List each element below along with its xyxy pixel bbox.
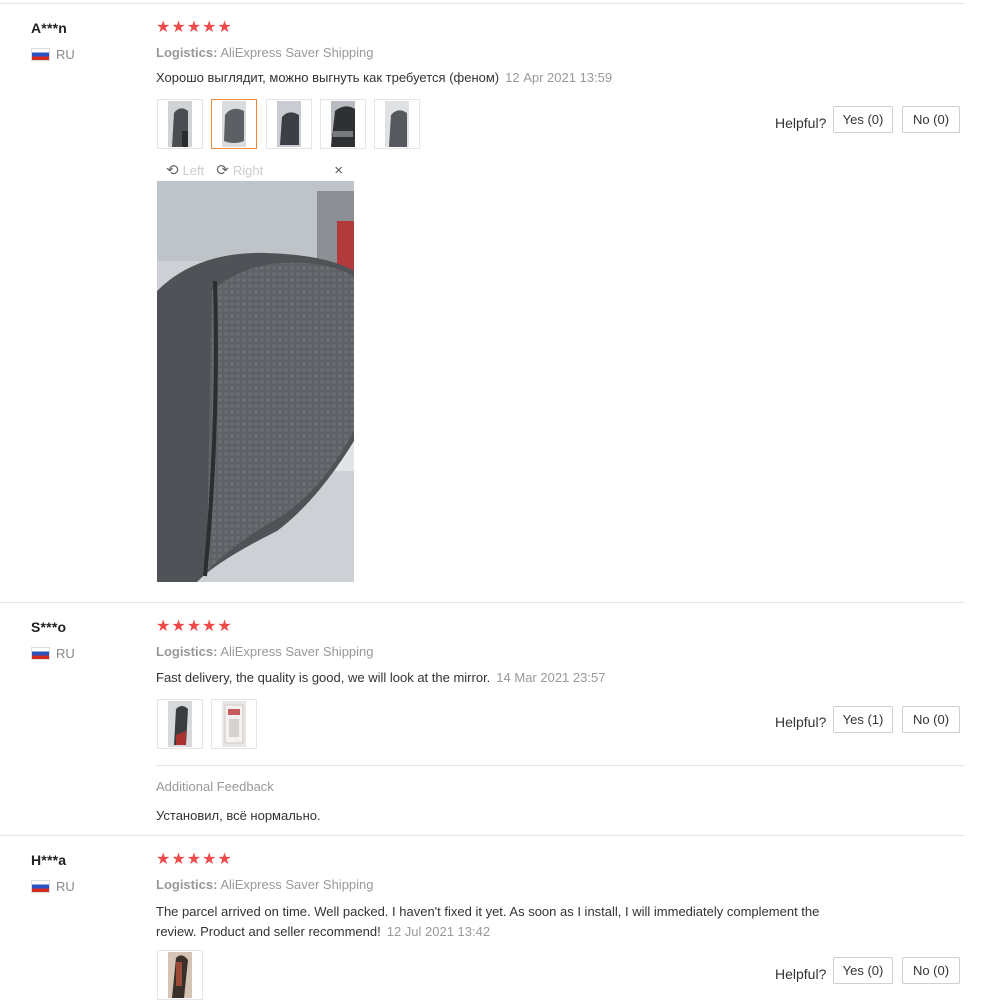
photo-thumbnail-image <box>277 101 301 147</box>
star-rating: ★★★★★ <box>156 19 233 36</box>
review-text: Fast delivery, the quality is good, we w… <box>156 668 605 688</box>
photo-thumbnail-image <box>168 701 192 747</box>
review-photo-thumb[interactable] <box>374 99 420 149</box>
photo-thumbnail-image <box>168 952 192 998</box>
reviewer-country: RU <box>31 47 75 62</box>
photo-thumbnail-image <box>222 101 246 147</box>
logistics-label: Logistics: <box>156 877 218 892</box>
review-body-line-2: review. Product and seller recommend! <box>156 924 381 939</box>
country-code: RU <box>56 879 75 894</box>
review-photo-thumb[interactable] <box>157 99 203 149</box>
helpful-no-button[interactable]: No (0) <box>902 106 960 133</box>
photo-thumbnail-image <box>385 101 409 147</box>
review-body-line-1: The parcel arrived on time. Well packed.… <box>156 904 820 919</box>
mirror-photo <box>157 181 354 582</box>
divider-top <box>0 3 965 4</box>
helpful-label: Helpful? <box>775 714 827 730</box>
logistics-info: Logistics: AliExpress Saver Shipping <box>156 45 374 60</box>
star-rating: ★★★★★ <box>156 618 233 635</box>
helpful-yes-button[interactable]: Yes (0) <box>833 957 893 984</box>
logistics-value: AliExpress Saver Shipping <box>220 45 374 60</box>
review-date: 12 Apr 2021 13:59 <box>505 70 613 85</box>
logistics-label: Logistics: <box>156 644 218 659</box>
logistics-info: Logistics: AliExpress Saver Shipping <box>156 877 374 892</box>
country-code: RU <box>56 47 75 62</box>
russia-flag-icon <box>31 48 50 61</box>
helpful-label: Helpful? <box>775 115 827 131</box>
reviewer-country: RU <box>31 646 75 661</box>
russia-flag-icon <box>31 647 50 660</box>
review-body: Fast delivery, the quality is good, we w… <box>156 670 491 685</box>
country-code: RU <box>56 646 75 661</box>
rotate-right-button[interactable]: Right <box>233 163 263 178</box>
review-text: The parcel arrived on time. Well packed.… <box>156 902 876 942</box>
review-photo-thumb-selected[interactable] <box>211 99 257 149</box>
additional-feedback-text: Установил, всё нормально. <box>156 808 321 823</box>
additional-feedback-divider <box>156 765 965 766</box>
review-divider <box>0 602 965 603</box>
review-photo-thumb[interactable] <box>157 699 203 749</box>
review-divider <box>0 835 965 836</box>
helpful-yes-button[interactable]: Yes (0) <box>833 106 893 133</box>
helpful-no-button[interactable]: No (0) <box>902 957 960 984</box>
logistics-value: AliExpress Saver Shipping <box>220 877 374 892</box>
review-photo-enlarged <box>157 181 354 582</box>
review-photo-thumb[interactable] <box>266 99 312 149</box>
photo-thumbnail-image <box>168 101 192 147</box>
review-body: Хорошо выглядит, можно выгнуть как требу… <box>156 70 500 85</box>
review-date: 14 Mar 2021 23:57 <box>496 670 606 685</box>
review-photo-thumb[interactable] <box>320 99 366 149</box>
photo-thumbnail-image <box>222 701 246 747</box>
photo-thumbnail-image <box>331 101 355 147</box>
reviewer-name: A***n <box>31 20 68 36</box>
logistics-info: Logistics: AliExpress Saver Shipping <box>156 644 374 659</box>
rotate-right-icon[interactable]: ⟳ <box>216 161 229 179</box>
logistics-label: Logistics: <box>156 45 218 60</box>
helpful-label: Helpful? <box>775 966 827 982</box>
reviewer-country: RU <box>31 879 75 894</box>
additional-feedback-title: Additional Feedback <box>156 779 274 794</box>
close-icon[interactable]: × <box>334 162 343 179</box>
rotate-left-button[interactable]: Left <box>183 163 205 178</box>
reviewer-name: S***o <box>31 619 67 635</box>
helpful-yes-button[interactable]: Yes (1) <box>833 706 893 733</box>
star-rating: ★★★★★ <box>156 851 233 868</box>
review-photo-thumb[interactable] <box>157 950 203 1000</box>
viewer-pointer <box>226 152 238 159</box>
review-date: 12 Jul 2021 13:42 <box>386 924 491 939</box>
logistics-value: AliExpress Saver Shipping <box>220 644 374 659</box>
reviewer-name: H***a <box>31 852 67 868</box>
image-viewer-toolbar: ⟲ Left ⟳ Right × <box>156 159 353 182</box>
russia-flag-icon <box>31 880 50 893</box>
helpful-no-button[interactable]: No (0) <box>902 706 960 733</box>
review-text: Хорошо выглядит, можно выгнуть как требу… <box>156 68 612 88</box>
review-photo-thumb[interactable] <box>211 699 257 749</box>
rotate-left-icon[interactable]: ⟲ <box>166 161 179 179</box>
